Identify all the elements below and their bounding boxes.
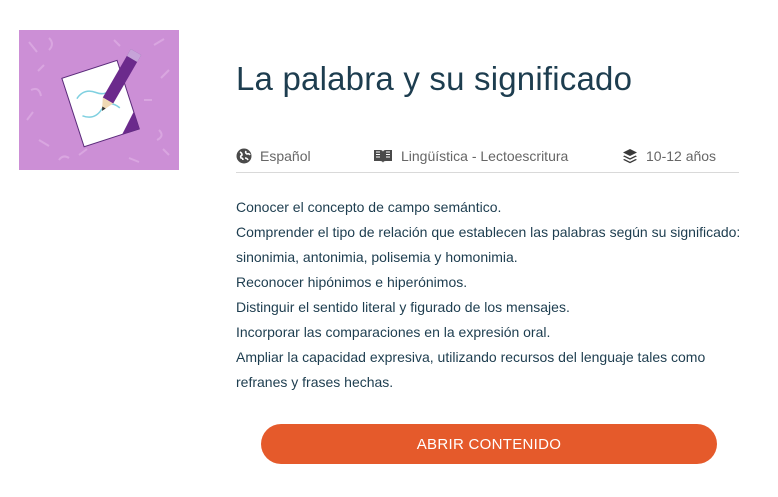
meta-subject: Lingüística - Lectoescritura: [373, 148, 568, 164]
content-thumbnail[interactable]: [19, 30, 179, 170]
objective-line: Conocer el concepto de campo semántico.: [236, 199, 502, 215]
objective-line: Ampliar la capacidad expresiva, utilizan…: [236, 349, 706, 365]
meta-language: Español: [236, 148, 311, 164]
objective-line: refranes y frases hechas.: [236, 374, 394, 390]
objective-line: Comprender el tipo de relación que estab…: [236, 224, 741, 240]
meta-language-label: Español: [260, 148, 311, 164]
objective-line: Distinguir el sentido literal y figurado…: [236, 299, 570, 315]
objective-line: sinonimia, antonimia, polisemia y homoni…: [236, 249, 518, 265]
meta-age-label: 10-12 años: [646, 148, 717, 164]
content-meta: Español Lingüística - Lectoescritura 10-…: [236, 146, 739, 173]
globe-icon: [236, 148, 252, 164]
layers-icon: [623, 149, 637, 164]
meta-age: 10-12 años: [622, 148, 716, 164]
open-content-button[interactable]: ABRIR CONTENIDO: [261, 424, 717, 464]
objective-line: Reconocer hipónimos e hiperónimos.: [236, 274, 468, 290]
meta-subject-label: Lingüística - Lectoescritura: [401, 148, 569, 164]
objective-line: Incorporar las comparaciones en la expre…: [236, 324, 551, 340]
paper-pencil-icon: [26, 37, 170, 163]
open-book-icon: [374, 150, 392, 163]
objectives-list: Conocer el concepto de campo semántico. …: [236, 195, 746, 395]
content-title: La palabra y su significado: [236, 60, 633, 97]
